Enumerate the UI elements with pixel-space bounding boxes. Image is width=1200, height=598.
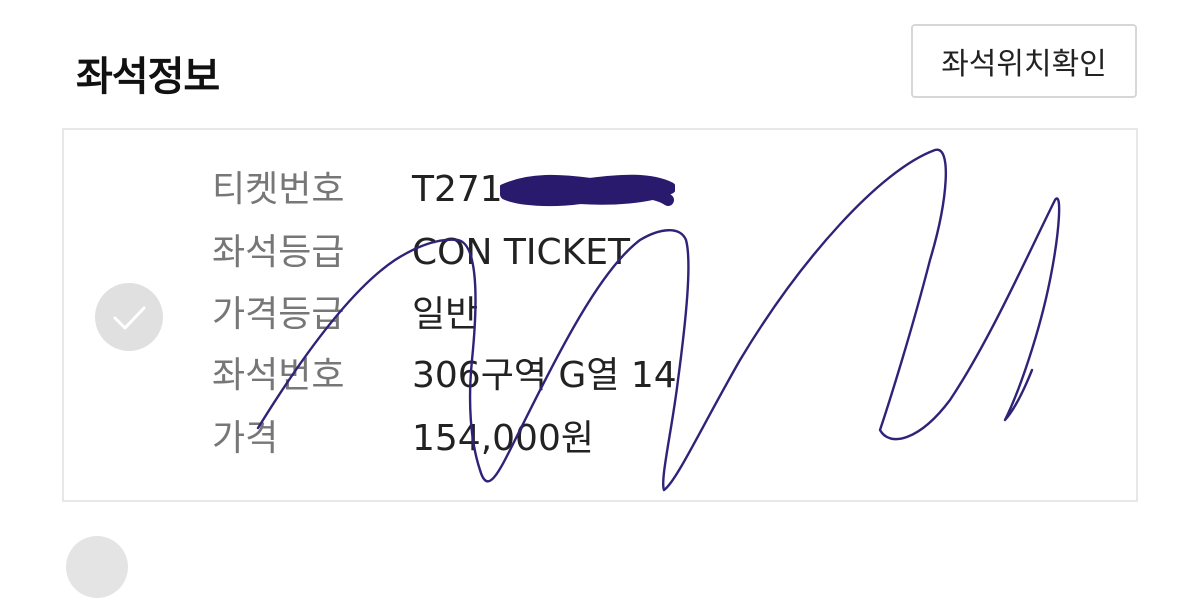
redaction-mark bbox=[500, 174, 675, 207]
ticket-number-label: 티켓번호 bbox=[212, 169, 345, 210]
seat-location-button[interactable]: 좌석위치확인 bbox=[911, 24, 1137, 98]
seat-grade-label: 좌석등급 bbox=[212, 232, 345, 273]
check-icon bbox=[113, 306, 146, 330]
price-label: 가격 bbox=[212, 418, 279, 459]
price-value: 154,000원 bbox=[412, 418, 594, 459]
select-check[interactable] bbox=[95, 283, 163, 351]
price-grade-value: 일반 bbox=[412, 294, 479, 335]
ticket-number-value: T271 bbox=[412, 169, 503, 210]
seat-grade-value: CON TICKET bbox=[412, 232, 630, 273]
seat-number-value: 306구역 G열 14 bbox=[412, 355, 677, 396]
seat-number-label: 좌석번호 bbox=[212, 355, 345, 396]
section-title: 좌석정보 bbox=[76, 54, 220, 100]
next-item-check[interactable] bbox=[66, 536, 128, 598]
price-grade-label: 가격등급 bbox=[212, 294, 345, 335]
